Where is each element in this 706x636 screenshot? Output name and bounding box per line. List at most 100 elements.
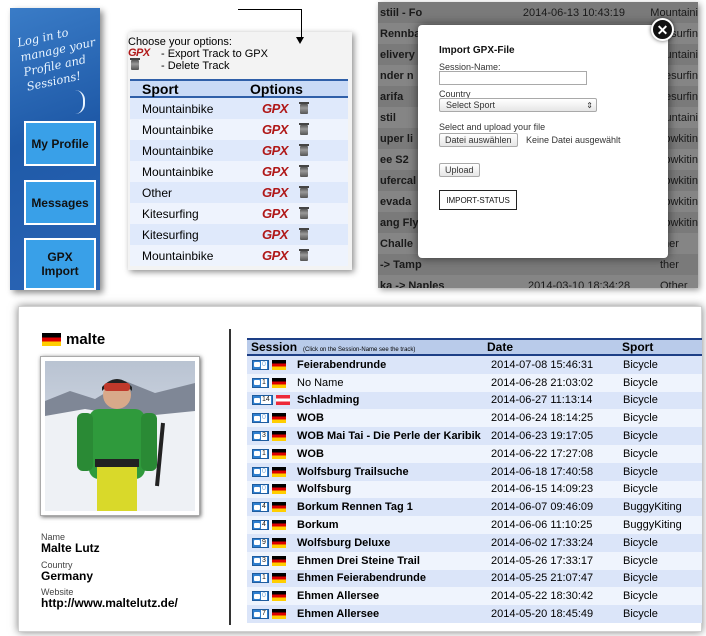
background-session-sport: Other (660, 279, 688, 289)
session-name-link[interactable]: No Name (297, 377, 489, 389)
upload-button[interactable]: Upload (439, 163, 480, 177)
photo-count: 14 (261, 396, 271, 405)
session-name-input[interactable] (439, 71, 587, 85)
profile-username: malte (66, 331, 106, 348)
delete-trash-icon[interactable] (299, 185, 309, 198)
session-name-link[interactable]: WOB (297, 412, 489, 424)
photo-count: 0 (261, 485, 267, 494)
session-name-link[interactable]: Schladming (297, 394, 489, 406)
session-icons: 0 (247, 466, 297, 477)
germany-flag-icon (271, 573, 286, 584)
session-sport: Bicycle (623, 447, 658, 460)
photo-count: 3 (261, 556, 267, 565)
track-row: Mountainbike GPX (130, 119, 348, 140)
panel-divider (229, 329, 231, 625)
session-name-link[interactable]: Borkum (297, 519, 489, 531)
delete-trash-icon[interactable] (299, 206, 309, 219)
legend-trash-icon (130, 58, 140, 70)
session-date: 2014-06-28 21:03:02 (491, 376, 594, 389)
gpx-export-icon[interactable]: GPX (262, 122, 300, 137)
track-rows: Mountainbike GPX Mountainbike GPX Mountainbi… (130, 98, 348, 266)
gpx-export-icon[interactable]: GPX (262, 101, 300, 116)
session-date: 2014-06-07 09:46:09 (491, 501, 594, 514)
session-sport: Bicycle (623, 358, 658, 371)
gpx-export-icon[interactable]: GPX (262, 227, 300, 242)
session-name-link[interactable]: Wolfsburg Trailsuche (297, 466, 489, 478)
photo-count: 4 (261, 503, 267, 512)
gpx-export-icon[interactable]: GPX (262, 164, 300, 179)
track-sport: Kitesurfing (142, 227, 199, 242)
photo-count-badge: 7 (252, 609, 269, 620)
camera-icon (254, 504, 260, 510)
session-sport: Bicycle (623, 412, 658, 425)
sport-select[interactable]: Select Sport ⇕ (439, 98, 597, 112)
track-row: Mountainbike GPX (130, 98, 348, 119)
session-name-link[interactable]: Feierabendrunde (297, 359, 489, 371)
messages-button[interactable]: Messages (24, 180, 96, 225)
germany-flag-icon (271, 484, 286, 495)
import-status-box: IMPORT-STATUS (439, 190, 517, 210)
germany-flag-icon (271, 591, 286, 602)
session-icons: 0 (247, 359, 297, 370)
session-row: 3 WOB Mai Tai - Die Perle der Karibik 2014… (247, 427, 702, 445)
session-date: 2014-06-06 11:10:25 (491, 519, 593, 532)
session-sport: Bicycle (623, 572, 658, 585)
session-date: 2014-06-18 17:40:58 (491, 465, 594, 478)
delete-trash-icon[interactable] (299, 164, 309, 177)
session-name-link[interactable]: Borkum Rennen Tag 1 (297, 501, 489, 513)
delete-trash-icon[interactable] (299, 101, 309, 114)
gpx-export-icon[interactable]: GPX (262, 206, 300, 221)
session-name-link[interactable]: WOB Mai Tai - Die Perle der Karibik (297, 430, 489, 442)
website-link[interactable]: http://www.maltelutz.de/ (41, 596, 178, 610)
gpx-import-button[interactable]: GPX Import (24, 238, 96, 290)
track-row: Kitesurfing GPX (130, 203, 348, 224)
delete-trash-icon[interactable] (299, 227, 309, 240)
session-date: 2014-05-25 21:07:47 (491, 572, 594, 585)
session-icons: 0 (247, 591, 297, 602)
gpx-export-icon[interactable]: GPX (262, 248, 300, 263)
camera-icon (254, 540, 260, 546)
session-row: 0 Feierabendrunde 2014-07-08 15:46:31 Bicyc… (247, 356, 702, 374)
gpx-export-icon[interactable]: GPX (262, 185, 300, 200)
background-session-name: -> Tamp (380, 258, 422, 271)
delete-trash-icon[interactable] (299, 248, 309, 261)
session-icons: 9 (247, 537, 297, 548)
photo-count-badge: 4 (252, 502, 269, 513)
germany-flag-icon (271, 413, 286, 424)
photo-count-badge: 0 (252, 413, 269, 424)
session-name-link[interactable]: Ehmen Feierabendrunde (297, 572, 489, 584)
background-row: ka -> Naples 2014-03-10 18:34:28 Other (378, 275, 698, 288)
session-row: 1 Ehmen Feierabendrunde 2014-05-25 21:07:4… (247, 569, 702, 588)
photo-count-badge: 4 (252, 520, 269, 531)
session-sport: Bicycle (623, 430, 658, 443)
session-row: 7 Ehmen Allersee 2014-05-20 18:45:49 Bicycl… (247, 605, 702, 623)
session-row: 3 Ehmen Drei Steine Trail 2014-05-26 17:33… (247, 551, 702, 570)
session-name-link[interactable]: Ehmen Drei Steine Trail (297, 555, 489, 567)
background-session-name: stiil - Fo (380, 6, 423, 19)
choose-file-button[interactable]: Datei auswählen (439, 133, 518, 147)
session-name-link[interactable]: Ehmen Allersee (297, 590, 489, 602)
track-row: Kitesurfing GPX (130, 224, 348, 245)
delete-trash-icon[interactable] (299, 122, 309, 135)
session-icons: 1 (247, 573, 297, 584)
track-row: Mountainbike GPX (130, 245, 348, 266)
germany-flag-icon (271, 431, 286, 442)
session-name-link[interactable]: WOB (297, 448, 489, 460)
session-name-link[interactable]: Wolfsburg (297, 483, 489, 495)
session-date: 2014-05-20 18:45:49 (491, 608, 594, 621)
my-profile-button[interactable]: My Profile (24, 121, 96, 166)
session-icons: 1 (247, 377, 297, 388)
session-name-link[interactable]: Ehmen Allersee (297, 608, 489, 620)
gpx-export-icon[interactable]: GPX (262, 143, 300, 158)
swirl-decoration-icon (75, 90, 85, 114)
camera-icon (254, 397, 260, 403)
session-sport: Bicycle (623, 554, 658, 567)
photo-count-badge: 3 (252, 555, 269, 566)
country-value: Germany (41, 569, 94, 583)
delete-trash-icon[interactable] (299, 143, 309, 156)
session-name-link[interactable]: Wolfsburg Deluxe (297, 537, 489, 549)
session-sport: Bicycle (623, 465, 658, 478)
close-icon[interactable]: ✕ (651, 18, 674, 41)
germany-flag-icon (271, 555, 286, 566)
photo-count-badge: 0 (252, 484, 269, 495)
